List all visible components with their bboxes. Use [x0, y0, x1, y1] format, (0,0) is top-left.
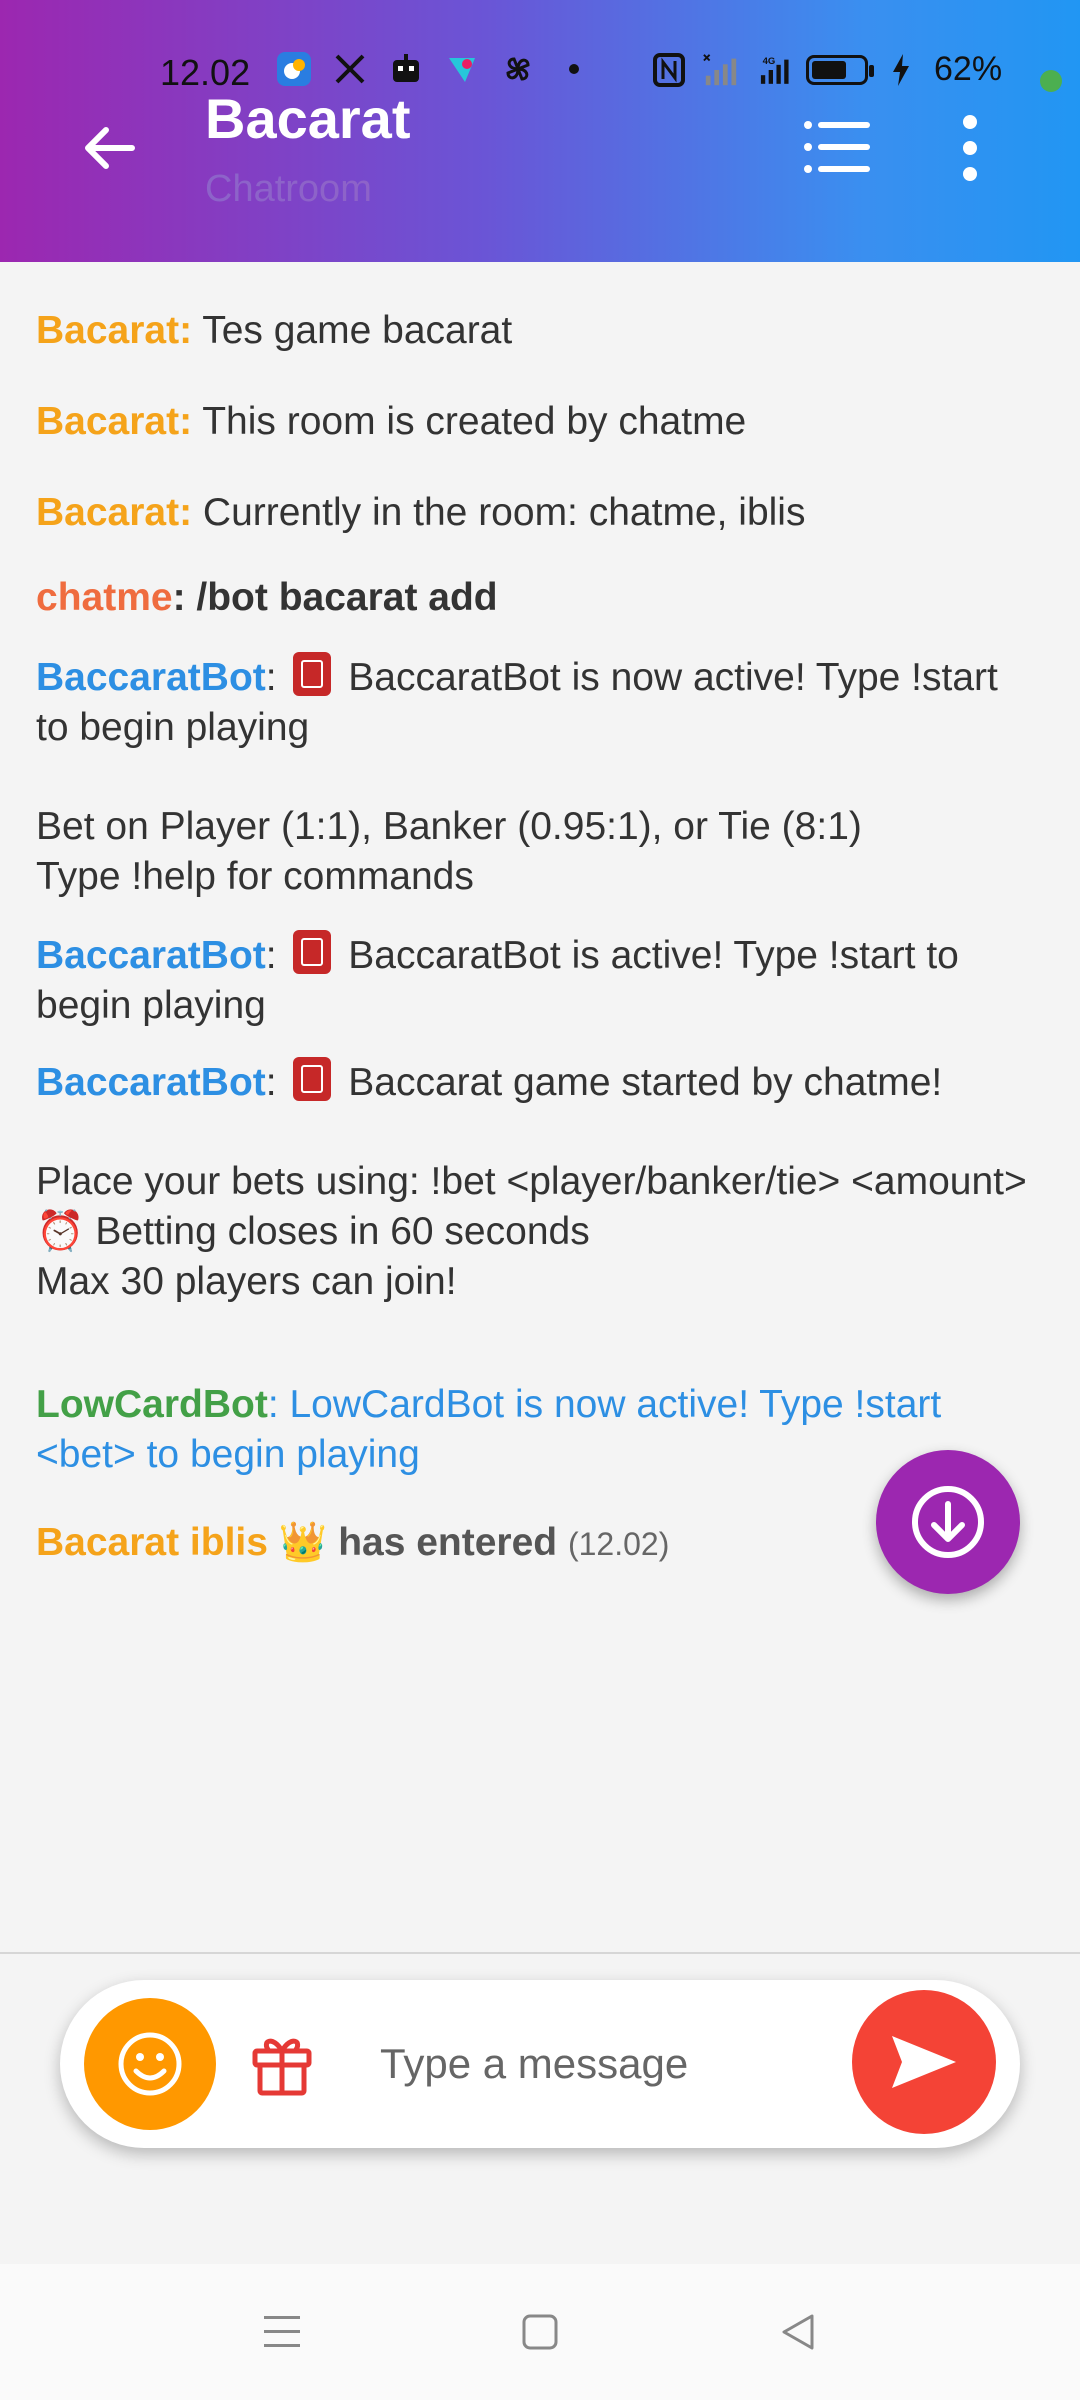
playing-card-icon — [293, 930, 332, 974]
privacy-indicator — [1040, 70, 1062, 92]
gift-button[interactable] — [240, 2022, 324, 2106]
message-text: This room is created by chatme — [192, 400, 747, 443]
participants-list-button[interactable] — [800, 115, 880, 179]
input-divider — [0, 1952, 1080, 1954]
more-vert-icon — [963, 115, 977, 181]
crown-icon: 👑 — [278, 1521, 328, 1564]
charging-icon — [882, 51, 920, 89]
message-sender[interactable]: BaccaratBot — [36, 934, 266, 977]
home-square-icon — [522, 2314, 558, 2350]
battery-percent: 62% — [934, 50, 1003, 88]
game-app-icon — [443, 50, 481, 88]
back-triangle-icon — [782, 2314, 814, 2350]
more-options-button[interactable] — [940, 110, 1000, 186]
list-icon — [804, 121, 870, 173]
message-sender[interactable]: Bacarat iblis — [36, 1521, 268, 1564]
scroll-to-bottom-button[interactable] — [876, 1450, 1020, 1594]
smiley-icon — [118, 2032, 182, 2096]
playing-card-icon — [293, 1057, 332, 1101]
message-time: (12.02) — [567, 1526, 670, 1562]
message-sender[interactable]: BaccaratBot — [36, 656, 266, 699]
chat-message: chatme: /bot bacarat add — [36, 573, 1036, 623]
emoji-button[interactable] — [84, 1998, 216, 2130]
back-button[interactable] — [70, 110, 146, 186]
chat-message: BaccaratBot: BaccaratBot is active! Type… — [36, 930, 1036, 1031]
room-title: Bacarat — [205, 87, 411, 150]
message-colon: : — [267, 1383, 279, 1426]
arrow-down-circle-icon — [912, 1486, 984, 1558]
menu-icon — [264, 2316, 300, 2347]
chat-message: Bacarat: Currently in the room: chatme, … — [36, 488, 1036, 538]
nav-home-button[interactable] — [510, 2304, 570, 2360]
battery-icon — [806, 54, 874, 85]
system-status-icons: 4G 62% — [650, 50, 1002, 89]
weather-icon — [275, 50, 313, 88]
app-header: 12.02 4G 62% Bacarat Chatroom — [0, 0, 1080, 262]
status-bar: 12.02 4G 62% — [0, 40, 1080, 104]
chat-message: Bacarat: This room is created by chatme — [36, 397, 1036, 447]
signal-4g-icon: 4G — [754, 51, 792, 89]
message-colon: : — [265, 656, 277, 699]
nav-menu-button[interactable] — [252, 2304, 312, 2360]
system-navigation-bar — [0, 2264, 1080, 2400]
message-continuation: Place your bets using: !bet <player/bank… — [36, 1157, 1036, 1307]
message-composer — [60, 1980, 1020, 2148]
svg-text:4G: 4G — [763, 55, 776, 66]
send-icon — [892, 2036, 956, 2088]
message-text-line: Max 30 players can join! — [36, 1260, 457, 1303]
arrow-left-icon — [85, 127, 135, 169]
playing-card-icon — [293, 652, 332, 696]
message-continuation: Bet on Player (1:1), Banker (0.95:1), or… — [36, 802, 1036, 902]
x-app-icon — [331, 50, 369, 88]
message-text-line: Place your bets using: !bet <player/bank… — [36, 1160, 1027, 1203]
message-sender[interactable]: BaccaratBot — [36, 1061, 266, 1104]
message-sender[interactable]: chatme — [36, 576, 173, 619]
message-text: Tes game bacarat — [192, 309, 513, 352]
signal-weak-icon — [702, 51, 740, 89]
chat-message: BaccaratBot: BaccaratBot is now active! … — [36, 652, 1036, 753]
message-sender[interactable]: Bacarat: — [36, 400, 192, 443]
message-input[interactable] — [378, 2020, 862, 2108]
nav-back-button[interactable] — [768, 2304, 828, 2360]
bot-icon — [387, 50, 425, 88]
message-colon: : — [265, 1061, 277, 1104]
message-text: : /bot bacarat add — [172, 576, 498, 619]
message-sender[interactable]: Bacarat: — [36, 309, 192, 352]
message-text-line: Type !help for commands — [36, 855, 474, 898]
chat-message: LowCardBot: LowCardBot is now active! Ty… — [36, 1380, 1036, 1480]
message-text-line: ⏰ Betting closes in 60 seconds — [36, 1210, 590, 1253]
more-notifications-dot-icon — [555, 50, 593, 88]
nfc-icon — [650, 51, 688, 89]
message-sender[interactable]: LowCardBot — [36, 1383, 268, 1426]
chat-message: Bacarat: Tes game bacarat — [36, 306, 1036, 356]
notification-icons — [275, 50, 593, 88]
message-colon: : — [265, 934, 277, 977]
room-subtitle: Chatroom — [205, 168, 372, 210]
send-button[interactable] — [852, 1990, 996, 2134]
message-text: has entered — [327, 1521, 568, 1564]
chat-message: BaccaratBot: Baccarat game started by ch… — [36, 1057, 1036, 1108]
battery-level — [812, 60, 846, 79]
pinwheel-icon — [499, 50, 537, 88]
message-text: Currently in the room: chatme, iblis — [192, 491, 806, 534]
message-text: Baccarat game started by chatme! — [337, 1061, 943, 1104]
message-sender[interactable]: Bacarat: — [36, 491, 192, 534]
gift-icon — [252, 2038, 312, 2096]
message-text-line: Bet on Player (1:1), Banker (0.95:1), or… — [36, 805, 862, 848]
